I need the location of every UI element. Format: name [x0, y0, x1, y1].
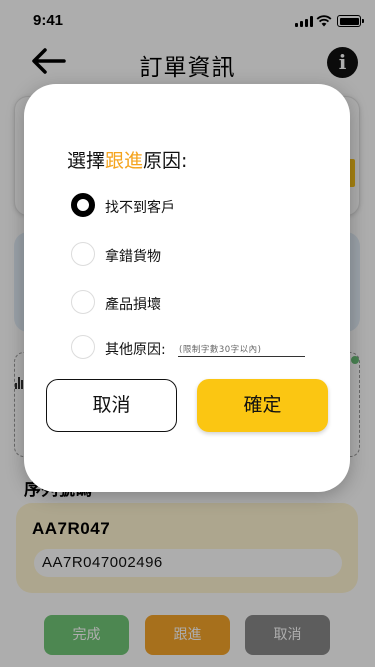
- dialog-title: 選擇跟進原因:: [67, 150, 188, 172]
- reason-option-label: 其他原因:: [105, 342, 166, 358]
- radio-button[interactable]: [71, 242, 95, 266]
- follow-up-reason-dialog: 選擇跟進原因: 找不到客戶 拿錯貨物 產品損壞 其他原因: (限制字數30字以內…: [24, 84, 350, 492]
- dialog-title-highlight: 跟進: [105, 150, 144, 172]
- radio-button[interactable]: [71, 290, 95, 314]
- reason-option-wrong-goods[interactable]: 拿錯貨物: [71, 242, 331, 268]
- other-reason-input[interactable]: (限制字數30字以內): [178, 338, 305, 357]
- reason-option-product-damaged[interactable]: 產品損壞: [71, 290, 331, 316]
- reason-option-other[interactable]: 其他原因: (限制字數30字以內): [71, 335, 331, 361]
- confirm-button[interactable]: 確定: [197, 379, 328, 432]
- reason-option-label: 找不到客戶: [105, 200, 175, 216]
- reason-option-customer-not-found[interactable]: 找不到客戶: [71, 193, 331, 219]
- radio-button[interactable]: [71, 335, 95, 359]
- radio-button-selected[interactable]: [71, 193, 95, 217]
- reason-option-label: 產品損壞: [105, 297, 161, 313]
- reason-option-label: 拿錯貨物: [105, 249, 161, 265]
- cancel-button[interactable]: 取消: [46, 379, 177, 432]
